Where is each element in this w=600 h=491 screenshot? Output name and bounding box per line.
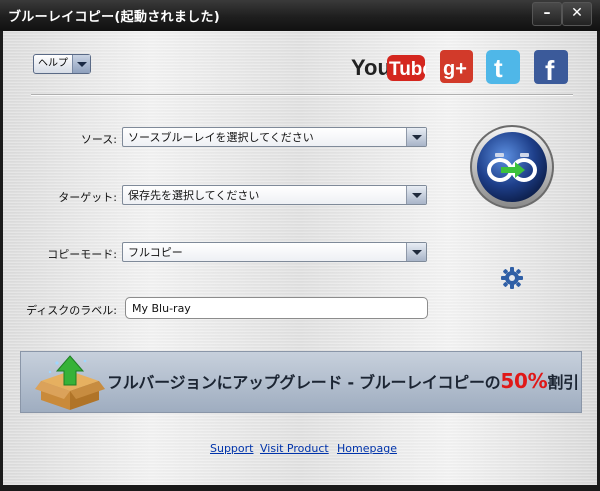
source-select[interactable]: ソースブルーレイを選択してください: [122, 127, 427, 147]
youtube-you-text: You: [351, 55, 391, 80]
gear-icon[interactable]: [501, 267, 523, 289]
disc-label-input[interactable]: My Blu-ray: [125, 297, 428, 319]
minimize-button[interactable]: –: [532, 2, 562, 26]
window-title: ブルーレイコピー(起動されました): [8, 10, 220, 25]
youtube-icon[interactable]: You Tube: [350, 49, 426, 85]
start-copy-button[interactable]: [469, 124, 555, 210]
copy-mode-label: コピーモード:: [47, 248, 117, 261]
facebook-icon[interactable]: f: [533, 49, 569, 85]
close-button[interactable]: ✕: [562, 2, 592, 26]
upgrade-banner-text: フルバージョンにアップグレード - ブルーレイコピーの50%割引: [107, 369, 579, 393]
help-menu-button[interactable]: ヘルプ: [33, 54, 91, 74]
support-link[interactable]: Support: [210, 442, 253, 455]
target-select[interactable]: 保存先を選択してください: [122, 185, 427, 205]
source-value: ソースブルーレイを選択してください: [128, 131, 314, 144]
discount-percent: 50%: [500, 369, 548, 393]
upgrade-box-icon: [35, 355, 105, 410]
app-window: ブルーレイコピー(起動されました) – ✕ ヘルプ You Tube g+ t …: [0, 0, 600, 491]
target-label: ターゲット:: [58, 191, 117, 204]
disc-label-label: ディスクのラベル:: [26, 304, 117, 317]
google-plus-icon[interactable]: g+: [439, 49, 474, 85]
twitter-icon[interactable]: t: [485, 49, 521, 85]
upgrade-text-before: フルバージョンにアップグレード - ブルーレイコピーの: [107, 373, 501, 392]
copy-mode-value: フルコピー: [128, 246, 183, 259]
source-label: ソース:: [80, 133, 117, 146]
chevron-down-icon[interactable]: [406, 128, 426, 146]
chevron-down-icon[interactable]: [72, 55, 90, 73]
homepage-link[interactable]: Homepage: [337, 442, 397, 455]
title-bar[interactable]: ブルーレイコピー(起動されました) – ✕: [0, 0, 600, 31]
chevron-down-icon[interactable]: [406, 243, 426, 261]
youtube-tube-text: Tube: [389, 59, 426, 80]
header-divider: [31, 94, 573, 96]
twitter-text: t: [494, 53, 503, 83]
main-panel: ヘルプ You Tube g+ t f ソース: ソースブルーレイを選択してくだ…: [3, 31, 597, 485]
window-bottom-border: [0, 485, 600, 491]
facebook-text: f: [545, 55, 555, 85]
chevron-down-icon[interactable]: [406, 186, 426, 204]
upgrade-banner[interactable]: フルバージョンにアップグレード - ブルーレイコピーの50%割引: [20, 351, 582, 413]
target-value: 保存先を選択してください: [128, 189, 260, 202]
copy-mode-select[interactable]: フルコピー: [122, 242, 427, 262]
visit-product-link[interactable]: Visit Product: [260, 442, 329, 455]
upgrade-text-after: 割引: [547, 373, 579, 392]
help-label: ヘルプ: [38, 58, 68, 69]
google-plus-text: g+: [443, 58, 467, 80]
